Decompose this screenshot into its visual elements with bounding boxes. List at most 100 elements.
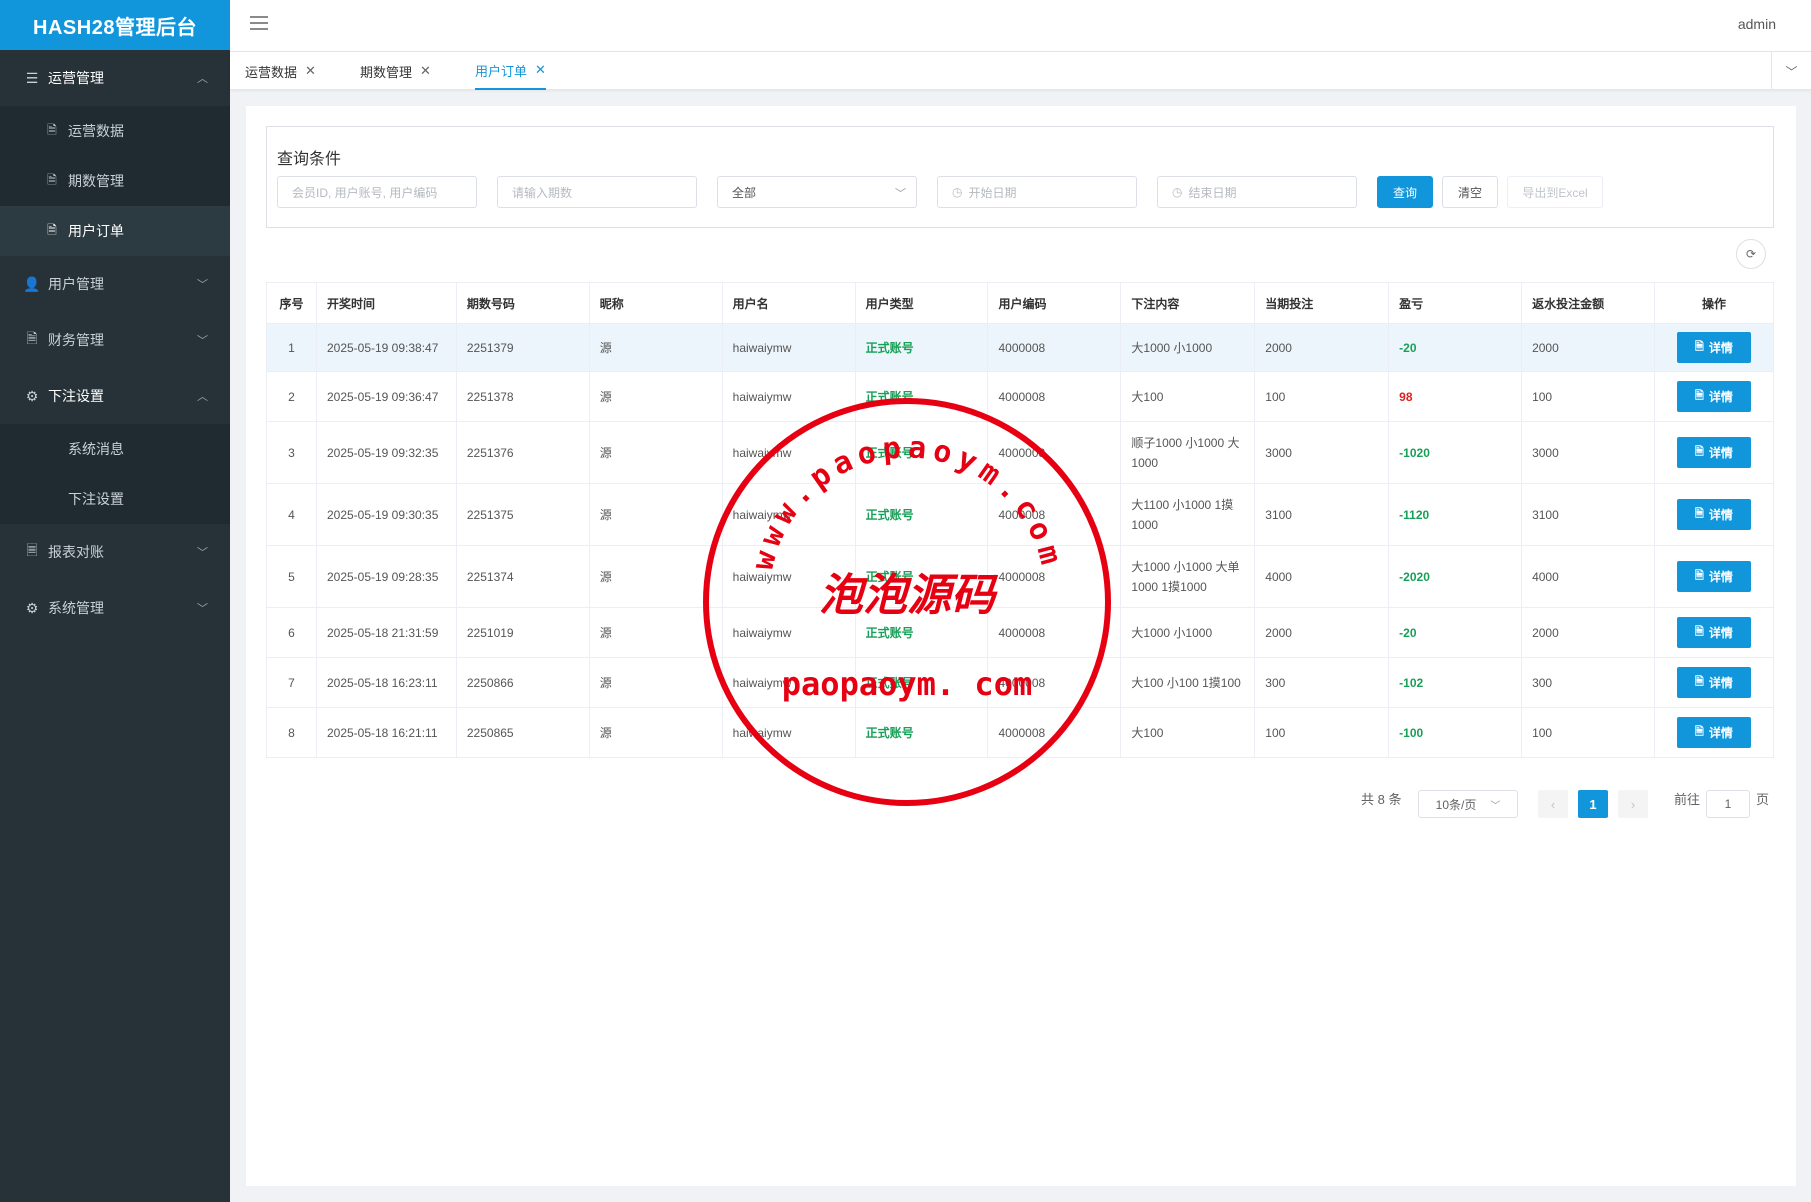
sidebar-item-user-orders[interactable]: 🗎 用户订单 [0, 206, 230, 256]
start-date-picker[interactable]: ◷ 开始日期 [937, 176, 1137, 208]
col-header: 昵称 [588, 282, 723, 324]
tabs-dropdown-icon[interactable]: ﹀ [1771, 52, 1811, 90]
detail-button[interactable]: 🗎 详情 [1676, 437, 1751, 468]
detail-button[interactable]: 🗎 详情 [1676, 381, 1751, 412]
col-header: 下注内容 [1120, 282, 1256, 324]
table-row[interactable]: 7 2025-05-18 16:23:11 2250866 源 haiwaiymw 正式账… [266, 657, 1775, 708]
col-header: 盈亏 [1388, 282, 1523, 324]
issue-number-input[interactable]: 请输入期数 [497, 176, 697, 208]
page-size-select[interactable]: 10条/页 ﹀ [1418, 790, 1518, 818]
menu-operations[interactable]: ☰ 运营管理 ︿ [0, 50, 230, 106]
main-content: 查询条件 会员ID, 用户账号, 用户编码 请输入期数 全部 ﹀ ◷ 开始日期 … [246, 106, 1796, 1186]
col-header: 当期投注 [1254, 282, 1390, 324]
table-row[interactable]: 2 2025-05-19 09:36:47 2251378 源 haiwaiymw 正式账… [266, 371, 1775, 422]
cell-username: haiwaiymw [721, 323, 856, 372]
cell-issue: 2251375 [455, 483, 590, 546]
cell-bet-amount: 100 [1254, 371, 1390, 422]
tab-user-orders[interactable]: 用户订单 ✕ [475, 52, 546, 90]
cell-profit-loss: -100 [1388, 707, 1523, 758]
end-date-picker[interactable]: ◷ 结束日期 [1157, 176, 1357, 208]
cell-nickname: 源 [588, 657, 723, 708]
sidebar-item-system-messages[interactable]: 系统消息 [0, 424, 230, 474]
cell-profit-loss: -102 [1388, 657, 1523, 708]
user-menu[interactable]: admin [1738, 16, 1776, 32]
goto-page-input[interactable]: 1 [1706, 790, 1750, 818]
table-row[interactable]: 6 2025-05-18 21:31:59 2251019 源 haiwaiymw 正式账… [266, 607, 1775, 658]
app-logo: HASH28管理后台 [0, 0, 230, 50]
refresh-icon[interactable]: ⟳ [1736, 239, 1766, 269]
detail-button-label: 详情 [1708, 626, 1733, 640]
table-row[interactable]: 3 2025-05-19 09:32:35 2251376 源 haiwaiymw 正式账… [266, 421, 1775, 484]
user-type-select[interactable]: 全部 ﹀ [717, 176, 917, 208]
cell-username: haiwaiymw [721, 371, 856, 422]
submenu-operations: 🗎 运营数据 🗎 期数管理 🗎 用户订单 [0, 106, 230, 256]
page-suffix-label: 页 [1756, 792, 1770, 807]
cell-index: 3 [266, 421, 317, 484]
export-excel-button[interactable]: 导出到Excel [1507, 176, 1603, 208]
table-row[interactable]: 1 2025-05-19 09:38:47 2251379 源 haiwaiymw 正式账… [266, 323, 1775, 372]
start-date-placeholder: 开始日期 [968, 185, 1017, 200]
tab-issue-management[interactable]: 期数管理 ✕ [360, 52, 431, 90]
detail-button[interactable]: 🗎 详情 [1676, 332, 1751, 363]
close-icon[interactable]: ✕ [535, 62, 546, 78]
cell-index: 1 [266, 323, 317, 372]
cell-index: 7 [266, 657, 317, 708]
document-icon: 🗎 [1695, 341, 1704, 353]
menu-system-management[interactable]: ⚙ 系统管理 ﹀ [0, 580, 230, 636]
close-icon[interactable]: ✕ [305, 63, 316, 79]
tab-operations-data[interactable]: 运营数据 ✕ [245, 52, 316, 90]
cell-username: haiwaiymw [721, 545, 856, 608]
prev-page-button[interactable]: ‹ [1538, 790, 1568, 818]
detail-button[interactable]: 🗎 详情 [1676, 667, 1751, 698]
menu-reports[interactable]: 🗏 报表对账 ﹀ [0, 524, 230, 580]
chevron-up-icon: ︿ [197, 73, 208, 85]
document-icon: 🗎 [1695, 676, 1704, 688]
cell-username: haiwaiymw [721, 607, 856, 658]
clock-icon: ◷ [952, 185, 963, 199]
cell-actions: 🗎 详情 [1653, 707, 1775, 758]
next-page-button[interactable]: › [1618, 790, 1648, 818]
detail-button-label: 详情 [1708, 726, 1733, 740]
cell-user-type: 正式账号 [854, 607, 989, 658]
menu-user-management[interactable]: 👤 用户管理 ﹀ [0, 256, 230, 312]
sidebar-item-issue-management[interactable]: 🗎 期数管理 [0, 156, 230, 206]
cell-actions: 🗎 详情 [1653, 371, 1775, 422]
table-row[interactable]: 4 2025-05-19 09:30:35 2251375 源 haiwaiymw 正式账… [266, 483, 1775, 546]
detail-button[interactable]: 🗎 详情 [1676, 717, 1751, 748]
sidebar-item-bet-settings[interactable]: 下注设置 [0, 474, 230, 524]
detail-button[interactable]: 🗎 详情 [1676, 617, 1751, 648]
cell-draw-time: 2025-05-19 09:36:47 [315, 371, 457, 422]
cell-issue: 2251376 [455, 421, 590, 484]
cell-issue: 2251019 [455, 607, 590, 658]
search-button[interactable]: 查询 [1377, 176, 1433, 208]
cell-nickname: 源 [588, 545, 723, 608]
cell-rebate-amount: 100 [1521, 371, 1655, 422]
clear-button[interactable]: 清空 [1442, 176, 1498, 208]
sidebar-item-label: 系统消息 [68, 441, 124, 457]
hamburger-menu-icon[interactable] [250, 16, 268, 30]
table-row[interactable]: 5 2025-05-19 09:28:35 2251374 源 haiwaiymw 正式账… [266, 545, 1775, 608]
page-size-value: 10条/页 [1435, 797, 1477, 812]
cell-username: haiwaiymw [721, 707, 856, 758]
chevron-down-icon: ﹀ [197, 335, 208, 347]
menu-bet-settings[interactable]: ⚙ 下注设置 ︿ [0, 368, 230, 424]
sidebar-item-operations-data[interactable]: 🗎 运营数据 [0, 106, 230, 156]
table-row[interactable]: 8 2025-05-18 16:21:11 2250865 源 haiwaiymw 正式账… [266, 707, 1775, 758]
detail-button[interactable]: 🗎 详情 [1676, 499, 1751, 530]
menu-system-label: 系统管理 [48, 600, 104, 616]
chevron-down-icon: ﹀ [1490, 800, 1501, 812]
menu-bet-settings-label: 下注设置 [48, 388, 104, 404]
member-search-input[interactable]: 会员ID, 用户账号, 用户编码 [277, 176, 477, 208]
cell-user-type: 正式账号 [854, 421, 989, 484]
page-number-current[interactable]: 1 [1578, 790, 1608, 818]
cell-index: 6 [266, 607, 317, 658]
close-icon[interactable]: ✕ [420, 63, 431, 79]
document-icon: 🗎 [1695, 626, 1704, 638]
cell-actions: 🗎 详情 [1653, 545, 1775, 608]
menu-finance-management[interactable]: 🗎 财务管理 ﹀ [0, 312, 230, 368]
cell-user-code: 4000008 [987, 421, 1122, 484]
cell-rebate-amount: 3000 [1521, 421, 1655, 484]
table-header-row: 序号 开奖时间 期数号码 昵称 用户名 用户类型 用户编码 下注内容 当期投注 … [266, 282, 1775, 324]
cell-profit-loss: -20 [1388, 607, 1523, 658]
detail-button[interactable]: 🗎 详情 [1676, 561, 1751, 592]
